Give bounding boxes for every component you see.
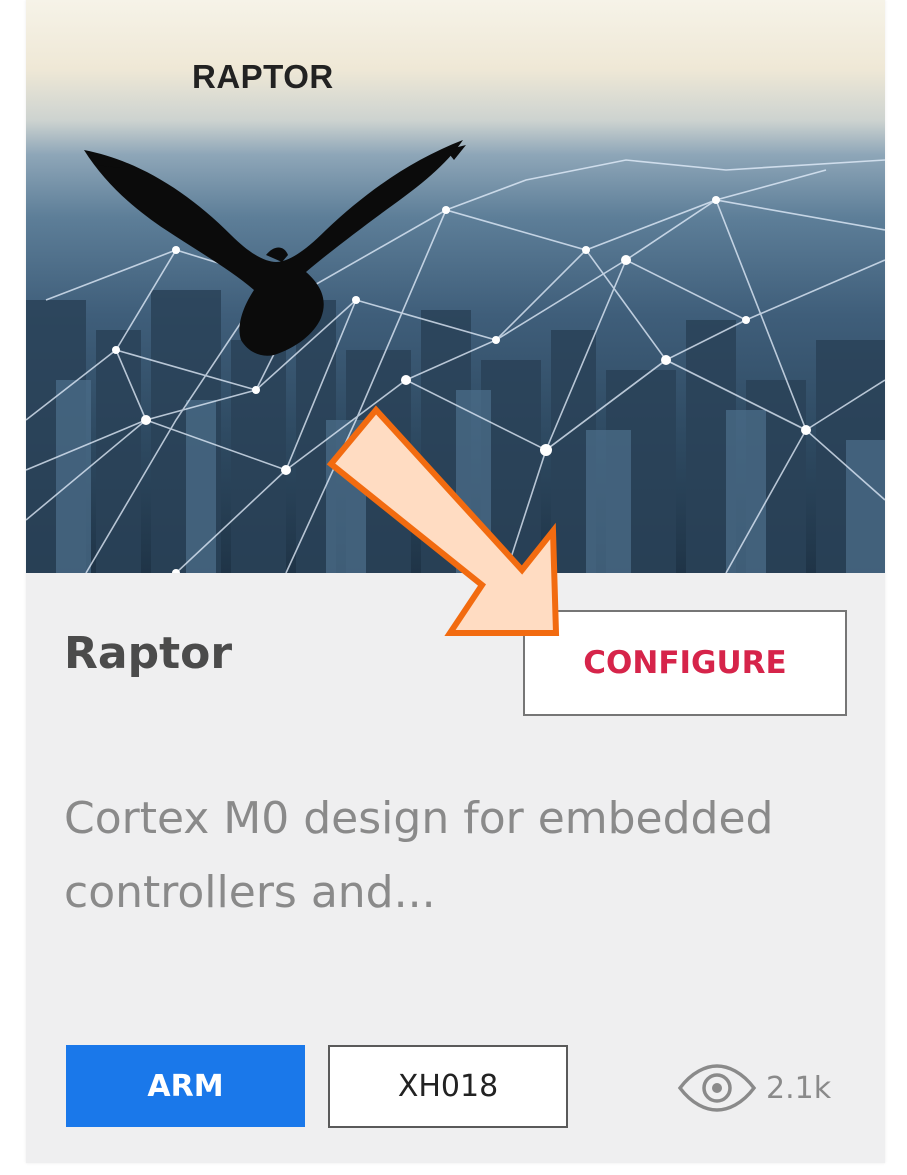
eye-icon [677,1064,757,1112]
view-count: 2.1k [676,1058,831,1118]
views-count: 2.1k [766,1070,832,1106]
card-description: Cortex M0 design for embedded controller… [64,793,774,918]
card-title: Raptor [64,628,233,679]
banner-title: RAPTOR [192,58,334,95]
banner-image: RAPTOR [26,0,885,573]
city-network-background [26,140,885,573]
tag-xh018[interactable]: XH018 [328,1045,568,1128]
configure-button[interactable]: CONFIGURE [523,610,847,716]
eagle-silhouette [84,140,466,356]
tag-arm[interactable]: ARM [66,1045,305,1127]
product-card: RAPTOR Raptor CONFIGURE Cortex M0 design… [26,0,885,1163]
